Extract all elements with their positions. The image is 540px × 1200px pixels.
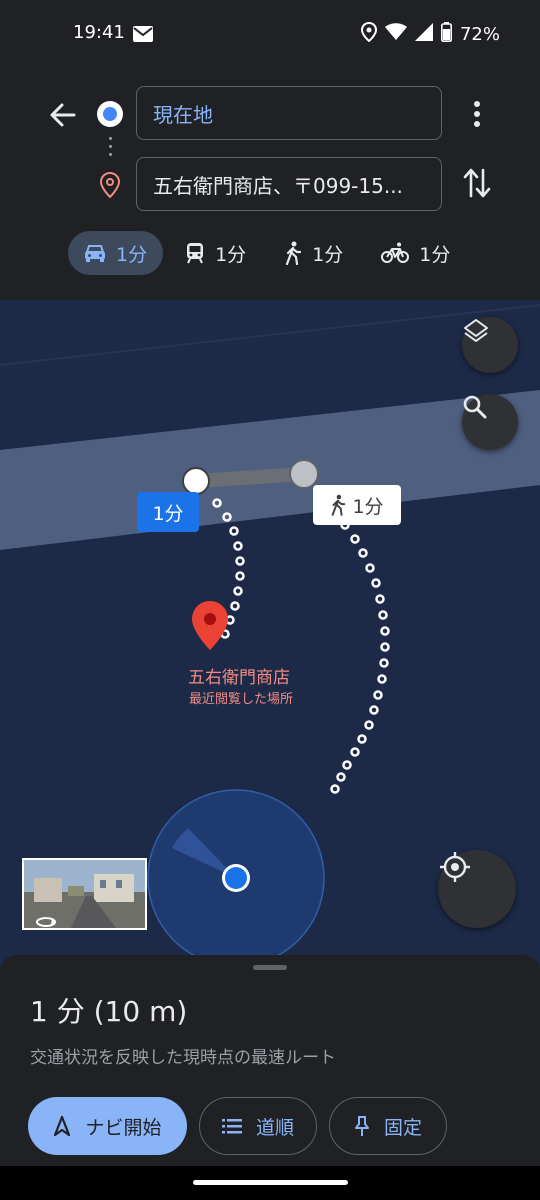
transit-icon <box>187 243 204 264</box>
mode-transit[interactable]: 1分 <box>169 231 262 275</box>
walk-time-label[interactable]: 1分 <box>313 485 401 525</box>
mode-walk[interactable]: 1分 <box>268 231 359 275</box>
mode-transit-label: 1分 <box>215 243 247 266</box>
route-description: 交通状況を反映した現時点の最速ルート <box>30 1048 336 1068</box>
walk-icon <box>332 494 346 516</box>
route-segment <box>189 467 311 488</box>
my-location-button[interactable] <box>438 850 516 928</box>
destination-marker-center <box>204 613 216 625</box>
mail-icon <box>133 26 153 46</box>
map-road-edge <box>0 304 540 366</box>
place-subtitle: 最近閲覧した場所 <box>189 692 294 707</box>
route-start-node <box>182 467 210 495</box>
destination-pin-icon <box>99 171 121 202</box>
origin-field[interactable]: 現在地 <box>136 86 442 140</box>
swap-vert-icon <box>463 168 491 198</box>
car-icon <box>85 245 105 262</box>
route-actions: ナビ開始 道順 固定 <box>28 1097 447 1155</box>
travel-modes: 1分 1分 1分 1分 <box>68 231 466 275</box>
wifi-icon <box>384 23 407 46</box>
my-location-icon <box>440 852 470 882</box>
mode-bike[interactable]: 1分 <box>365 231 466 275</box>
back-arrow-icon <box>50 103 76 127</box>
sheet-drag-handle[interactable] <box>253 965 287 970</box>
mode-walk-label: 1分 <box>312 243 344 266</box>
route-connector <box>109 137 112 161</box>
status-bar: 19:41 72% <box>0 0 540 68</box>
current-location-dot <box>225 867 247 889</box>
start-navigation-button[interactable]: ナビ開始 <box>28 1097 187 1155</box>
status-time: 19:41 <box>73 22 125 43</box>
walk-route-dots <box>317 495 390 794</box>
home-gesture-handle[interactable] <box>193 1180 348 1185</box>
place-name-label[interactable]: 五右衛門商店 <box>188 663 290 688</box>
navigation-arrow-icon <box>54 1115 71 1137</box>
pin-icon <box>354 1116 369 1136</box>
list-icon <box>221 1119 242 1134</box>
more-vert-icon <box>474 101 480 127</box>
location-icon <box>360 21 377 47</box>
destination-field[interactable]: 五右衛門商店、〒099-15... <box>136 157 442 211</box>
steps-button[interactable]: 道順 <box>199 1097 317 1155</box>
street-view-image <box>24 860 145 928</box>
more-options-button[interactable] <box>466 99 488 129</box>
pin-button[interactable]: 固定 <box>329 1097 447 1155</box>
bike-icon <box>381 242 410 263</box>
route-end-node <box>289 459 319 489</box>
street-view-thumbnail[interactable] <box>22 858 147 930</box>
mode-car[interactable]: 1分 <box>68 231 164 275</box>
origin-dot-icon <box>97 101 123 127</box>
layers-icon <box>464 319 488 342</box>
layers-button[interactable] <box>462 317 518 373</box>
walk-icon <box>286 241 302 265</box>
steps-label: 道順 <box>255 1116 294 1139</box>
search-button[interactable] <box>462 394 518 450</box>
start-navigation-label: ナビ開始 <box>85 1116 162 1139</box>
battery-percent: 72% <box>459 24 500 45</box>
back-button[interactable] <box>46 98 80 132</box>
search-icon <box>463 395 487 419</box>
walk-time-text: 1分 <box>352 495 384 518</box>
signal-icon <box>414 23 433 46</box>
battery-icon <box>440 22 452 47</box>
pin-label: 固定 <box>383 1116 422 1139</box>
swap-route-button[interactable] <box>462 166 492 200</box>
route-duration: 1 分 (10 m) <box>30 995 188 1028</box>
mode-bike-label: 1分 <box>419 243 451 266</box>
car-time-label[interactable]: 1分 <box>137 492 199 532</box>
destination-marker <box>192 601 228 650</box>
mode-car-label: 1分 <box>116 243 148 266</box>
